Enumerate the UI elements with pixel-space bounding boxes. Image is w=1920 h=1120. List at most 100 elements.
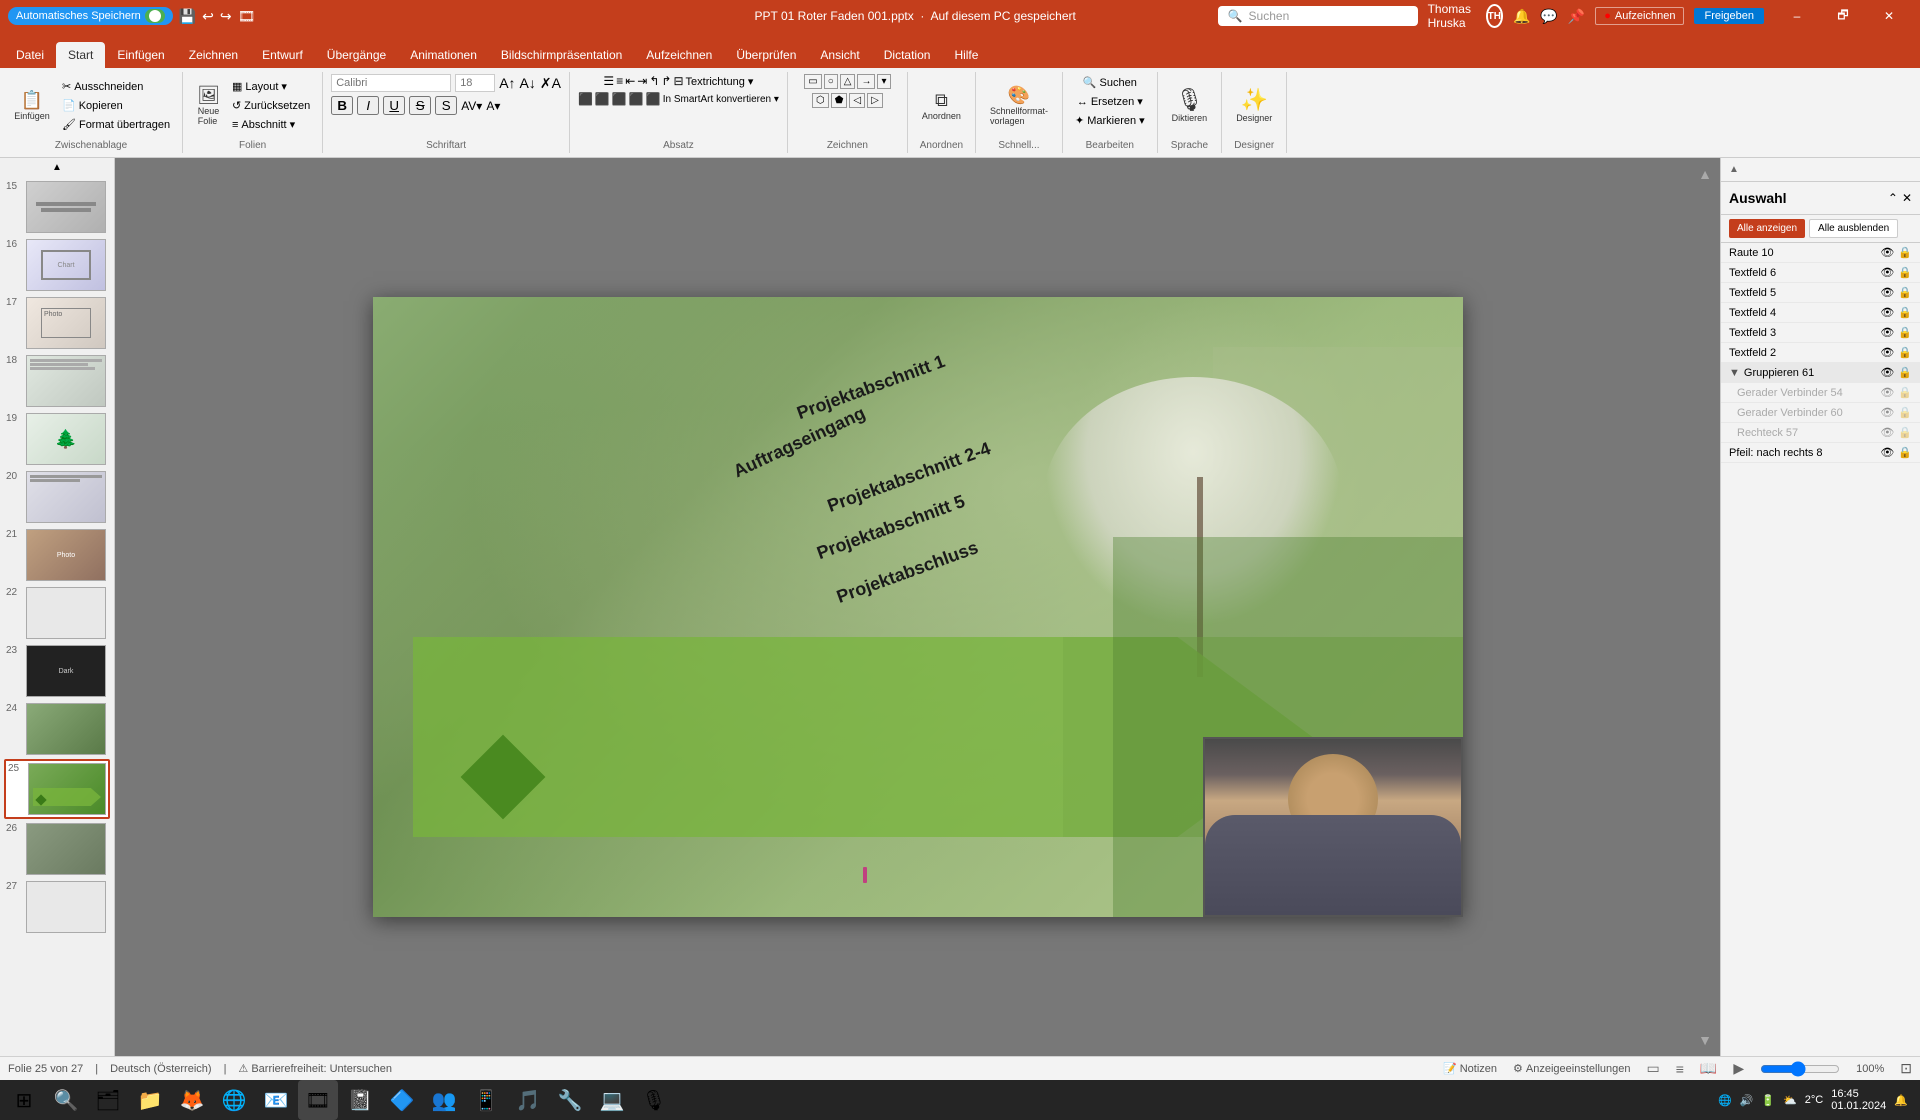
font-decrease-btn[interactable]: A↓ [520, 75, 536, 91]
increase-indent-btn[interactable]: ⇥ [637, 74, 647, 88]
sound-icon[interactable]: 🔊 [1740, 1094, 1754, 1107]
app1-btn[interactable]: 📱 [466, 1080, 506, 1120]
slide-thumb-20[interactable]: 20 [4, 469, 110, 525]
ribbon-toggle-btn[interactable]: 📌 [1568, 8, 1585, 25]
eye-icon-g61[interactable]: 👁 [1880, 366, 1894, 379]
search-box[interactable]: 🔍 Suchen [1218, 6, 1418, 26]
eye-icon-tf5[interactable]: 👁 [1880, 286, 1894, 299]
share-icon[interactable]: 🔔 [1513, 8, 1530, 25]
save-icon[interactable]: 💾 [179, 8, 196, 25]
layout-button[interactable]: ▦ Layout ▾ [228, 78, 314, 95]
network-icon[interactable]: 🌐 [1718, 1094, 1732, 1107]
task-view-btn[interactable]: 🗂 [88, 1080, 128, 1120]
textrichtung-btn[interactable]: Textrichtung ▾ [686, 75, 754, 88]
char-spacing-btn[interactable]: AV▾ [461, 99, 482, 113]
markieren-btn[interactable]: ✦ Markieren ▾ [1071, 112, 1149, 129]
sel-textfeld2[interactable]: Textfeld 2 👁 🔒 [1721, 343, 1920, 363]
app4-btn[interactable]: 💻 [592, 1080, 632, 1120]
lock-icon-tf3[interactable]: 🔒 [1898, 326, 1912, 339]
underline-button[interactable]: U [383, 96, 405, 115]
visio-btn[interactable]: 🔷 [382, 1080, 422, 1120]
anordnen-button[interactable]: ⧉ Anordnen [916, 89, 967, 123]
reading-view-btn[interactable]: 📖 [1700, 1060, 1717, 1077]
redo-icon[interactable]: ↪ [220, 8, 232, 25]
cut-button[interactable]: ✂ Ausschneiden [58, 78, 174, 95]
more-shapes-btn[interactable]: ▾ [877, 74, 890, 89]
sel-textfeld5[interactable]: Textfeld 5 👁 🔒 [1721, 283, 1920, 303]
tab-einfuegen[interactable]: Einfügen [105, 42, 176, 68]
notification-btn[interactable]: 🔔 [1894, 1094, 1908, 1107]
sel-textfeld3[interactable]: Textfeld 3 👁 🔒 [1721, 323, 1920, 343]
font-family-input[interactable] [331, 74, 451, 92]
lock-icon-tf6[interactable]: 🔒 [1898, 266, 1912, 279]
sel-textfeld6[interactable]: Textfeld 6 👁 🔒 [1721, 263, 1920, 283]
search-taskbar-btn[interactable]: 🔍 [46, 1080, 86, 1120]
slide-thumb-25[interactable]: 25 [4, 759, 110, 819]
ltr-btn[interactable]: ↱ [661, 74, 671, 88]
show-all-button[interactable]: Alle anzeigen [1729, 219, 1805, 238]
slide-thumb-19[interactable]: 19 🌲 [4, 411, 110, 467]
app3-btn[interactable]: 🔧 [550, 1080, 590, 1120]
group-toggle-61[interactable]: ▼ [1729, 367, 1740, 379]
rtl-btn[interactable]: ↰ [649, 74, 659, 88]
eye-icon-tf2[interactable]: 👁 [1880, 346, 1894, 359]
tab-start[interactable]: Start [56, 42, 105, 68]
schnell-button[interactable]: 🎨 Schnellformat-vorlagen [984, 84, 1054, 128]
tab-aufzeichnen[interactable]: Aufzeichnen [634, 42, 724, 68]
tab-zeichnen[interactable]: Zeichnen [177, 42, 250, 68]
smartart-btn[interactable]: In SmartArt konvertieren ▾ [663, 94, 779, 105]
slide-thumb-22[interactable]: 22 [4, 585, 110, 641]
section-button[interactable]: ≡ Abschnitt ▾ [228, 116, 314, 133]
lock-icon-v60[interactable]: 🔒 [1898, 406, 1912, 419]
outlook-btn[interactable]: 📧 [256, 1080, 296, 1120]
new-slide-button[interactable]: 🖼 NeueFolie [191, 84, 226, 128]
ersetzen-btn[interactable]: ↔ Ersetzen ▾ [1073, 93, 1147, 110]
lock-icon-tf2[interactable]: 🔒 [1898, 346, 1912, 359]
slide-thumb-16[interactable]: 16 Chart [4, 237, 110, 293]
shadow-button[interactable]: S [435, 96, 457, 115]
decrease-indent-btn[interactable]: ⇤ [625, 74, 635, 88]
align-right-btn[interactable]: ⬛ [612, 92, 627, 106]
sel-rechteck57[interactable]: Rechteck 57 👁 🔒 [1721, 423, 1920, 443]
triangle-btn[interactable]: △ [840, 74, 856, 89]
eye-icon-raute10[interactable]: 👁 [1880, 246, 1894, 259]
tab-bildschirm[interactable]: Bildschirmpräsentation [489, 42, 634, 68]
freigeben-btn[interactable]: Freigeben [1694, 8, 1764, 24]
normal-view-btn[interactable]: ▭ [1647, 1060, 1660, 1077]
slide-thumb-18[interactable]: 18 [4, 353, 110, 409]
lock-icon-raute10[interactable]: 🔒 [1898, 246, 1912, 259]
tab-datei[interactable]: Datei [4, 42, 56, 68]
comment-icon[interactable]: 💬 [1540, 8, 1557, 25]
diktieren-button[interactable]: 🎙 Diktieren [1166, 87, 1214, 125]
onenote-btn[interactable]: 📓 [340, 1080, 380, 1120]
shape2-btn[interactable]: ⬡ [812, 93, 829, 108]
firefox-btn[interactable]: 🦊 [172, 1080, 212, 1120]
shape3-btn[interactable]: ⬟ [831, 93, 848, 108]
panel-scroll-up[interactable]: ▲ [1729, 164, 1739, 175]
shape4-btn[interactable]: ◁ [849, 93, 865, 108]
eye-icon-tf4[interactable]: 👁 [1880, 306, 1894, 319]
sel-verbinder60[interactable]: Gerader Verbinder 60 👁 🔒 [1721, 403, 1920, 423]
close-button[interactable]: ✕ [1866, 0, 1912, 32]
restore-button[interactable]: 🗗 [1820, 0, 1866, 32]
paste-button[interactable]: 📋 Einfügen [8, 89, 56, 123]
tab-ansicht[interactable]: Ansicht [808, 42, 871, 68]
sel-verbinder54[interactable]: Gerader Verbinder 54 👁 🔒 [1721, 383, 1920, 403]
lock-icon-g61[interactable]: 🔒 [1898, 366, 1912, 379]
eye-icon-tf6[interactable]: 👁 [1880, 266, 1894, 279]
undo-icon[interactable]: ↩ [202, 8, 214, 25]
slide-thumb-26[interactable]: 26 [4, 821, 110, 877]
zoom-slider[interactable] [1760, 1061, 1840, 1077]
teams-btn[interactable]: 👥 [424, 1080, 464, 1120]
canvas-area[interactable]: ▲ Projektabschnitt 1 Auftragseingang [115, 158, 1720, 1056]
align-left-btn[interactable]: ⬛ [578, 92, 593, 106]
fit-slide-btn[interactable]: ⊡ [1900, 1060, 1912, 1077]
tab-animationen[interactable]: Animationen [398, 42, 489, 68]
lock-icon-tf5[interactable]: 🔒 [1898, 286, 1912, 299]
slide-thumb-21[interactable]: 21 Photo [4, 527, 110, 583]
shape5-btn[interactable]: ▷ [867, 93, 883, 108]
language-status[interactable]: Deutsch (Österreich) [110, 1063, 211, 1075]
slide-thumb-15[interactable]: 15 [4, 179, 110, 235]
tab-ueberpruefen[interactable]: Überprüfen [724, 42, 808, 68]
chrome-btn[interactable]: 🌐 [214, 1080, 254, 1120]
